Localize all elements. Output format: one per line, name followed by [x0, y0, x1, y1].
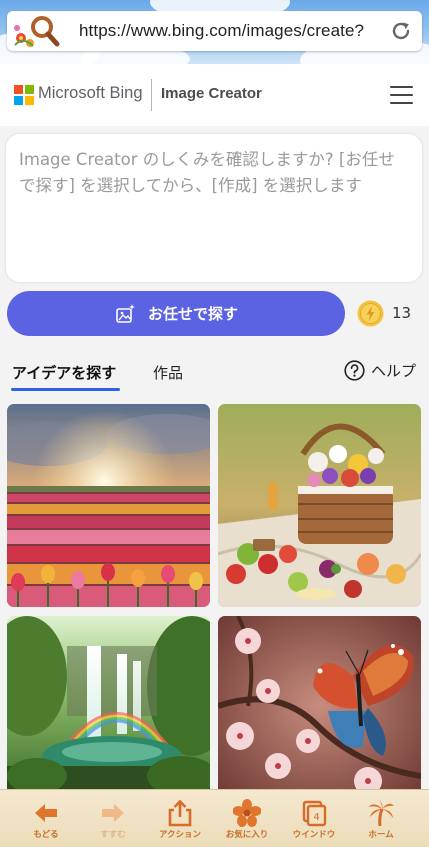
tab-creations[interactable]: 作品 — [153, 362, 183, 383]
toolbar-forward-button[interactable]: すすむ — [80, 790, 146, 847]
tab-explore-ideas[interactable]: アイデアを探す — [12, 362, 116, 383]
prompt-placeholder[interactable]: Image Creator のしくみを確認しますか? [お任せで探す] を選択し… — [19, 147, 408, 199]
gallery-image-waterfall[interactable] — [7, 616, 210, 796]
reload-icon[interactable] — [390, 20, 412, 42]
toolbar-favorites-button[interactable]: お気に入り — [214, 790, 280, 847]
gallery-image-tulip-field[interactable] — [7, 404, 210, 607]
toolbar-back-label: もどる — [33, 830, 59, 840]
gallery-image-picnic-basket[interactable] — [218, 404, 421, 607]
toolbar-back-button[interactable]: もどる — [13, 790, 79, 847]
toolbar-home-button[interactable]: ホーム — [348, 790, 414, 847]
palm-tree-icon — [368, 800, 394, 827]
surprise-me-label: お任せで探す — [147, 305, 238, 323]
hamburger-menu-icon[interactable] — [390, 86, 413, 104]
brand-name[interactable]: Microsoft Bing — [38, 84, 143, 103]
toolbar-windows-button[interactable]: 4 ウインドウ — [281, 790, 347, 847]
active-tab-indicator — [11, 388, 120, 391]
toolbar-action-label: アクション — [158, 830, 202, 840]
toolbar-action-button[interactable]: アクション — [147, 790, 213, 847]
windows-count-badge: 4 — [313, 812, 319, 823]
toolbar-favorites-label: お気に入り — [225, 830, 269, 840]
header-divider — [151, 79, 152, 111]
image-sparkle-icon — [116, 303, 135, 323]
back-arrow-icon — [35, 804, 57, 822]
hibiscus-icon — [233, 799, 261, 827]
product-name[interactable]: Image Creator — [161, 85, 262, 102]
toolbar-windows-label: ウインドウ — [292, 830, 336, 840]
toolbar-forward-label: すすむ — [100, 830, 126, 840]
boost-count: 13 — [392, 304, 412, 322]
boost-coin-icon[interactable] — [357, 300, 384, 327]
share-icon — [168, 799, 192, 827]
toolbar-home-label: ホーム — [368, 830, 394, 840]
address-bar[interactable]: https://www.bing.com/images/create? — [7, 11, 422, 51]
help-question-icon — [344, 360, 365, 381]
surprise-me-button[interactable]: お任せで探す — [7, 291, 345, 336]
help-label: ヘルプ — [371, 362, 417, 380]
microsoft-logo-icon[interactable] — [14, 85, 34, 105]
windows-icon: 4 — [302, 800, 327, 827]
url-text[interactable]: https://www.bing.com/images/create? — [79, 21, 364, 41]
help-link[interactable]: ヘルプ — [344, 360, 416, 381]
browser-address-area: https://www.bing.com/images/create? — [0, 0, 429, 64]
search-magnifier-logo-icon — [14, 16, 60, 47]
browser-toolbar: もどる すすむ アクション お気に入り 4 ウインドウ ホーム — [0, 789, 429, 847]
bing-header: Microsoft Bing Image Creator — [0, 64, 429, 126]
gallery-image-butterfly[interactable] — [218, 616, 421, 796]
prompt-input[interactable]: Image Creator のしくみを確認しますか? [お任せで探す] を選択し… — [6, 134, 422, 282]
forward-arrow-icon — [102, 804, 124, 822]
